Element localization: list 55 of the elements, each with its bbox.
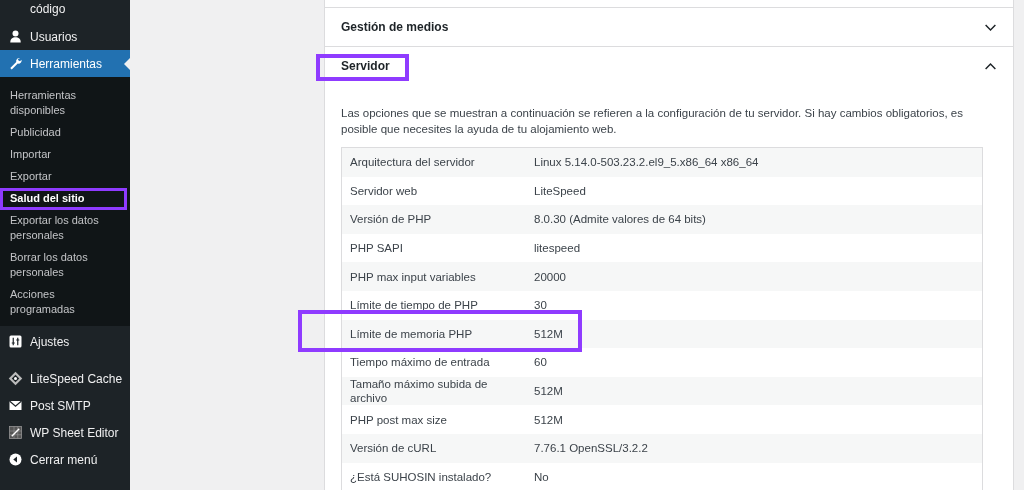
section-description: Las opciones que se muestran a continuación se refieren a la configuración de tu servidor. Si hay cambios obligatorios, es posible que necesites la ayuda de tu alojamiento web. (341, 106, 964, 137)
menu-pointer (124, 58, 130, 70)
table-cell: Tamaño máximo subida de archivo (341, 376, 526, 406)
table-cell: 60 (526, 348, 983, 377)
table-cell: litespeed (526, 233, 983, 263)
submenu-item[interactable]: Importar (0, 144, 127, 166)
table-cell: 512M (526, 376, 983, 406)
table-cell: 512M (526, 319, 983, 349)
table-cell: No (526, 462, 983, 490)
table-cell: Versión de PHP (341, 205, 526, 234)
table-cell: 8.0.30 (Admite valores de 64 bits) (526, 205, 983, 234)
chevron-up-icon (984, 61, 997, 71)
table-cell: Linux 5.14.0-503.23.2.el9_5.x86_64 x86_64 (526, 147, 983, 177)
collapse-icon (8, 452, 23, 467)
submenu-item[interactable]: Borrar los datos personales (0, 247, 127, 284)
table-cell: Límite de tiempo de PHP (341, 290, 526, 320)
chevron-down-icon (984, 22, 997, 32)
menu-item[interactable]: Post SMTP (0, 392, 130, 419)
table-cell: Tiempo máximo de entrada (341, 348, 526, 377)
table-cell: 512M (526, 405, 983, 434)
table-cell: PHP post max size (341, 405, 526, 434)
submenu-item[interactable]: Salud del sitio (0, 188, 127, 210)
table-cell: LiteSpeed (526, 176, 983, 206)
menu-item[interactable]: Usuarios (0, 23, 130, 50)
wrench-icon (8, 56, 23, 71)
user-icon (8, 29, 23, 44)
submenu-item[interactable]: Exportar los datos personales (0, 210, 127, 247)
menu-item[interactable]: WP Sheet Editor (0, 419, 130, 446)
menu-item[interactable]: código (0, 0, 130, 23)
spreadsheet-icon (8, 425, 23, 440)
table-cell: Versión de cURL (341, 433, 526, 463)
envelope-icon (8, 398, 23, 413)
accordion-header[interactable]: Gestión de medios (325, 8, 1013, 47)
submenu-item[interactable]: Exportar (0, 166, 127, 188)
table-cell: ¿Está SUHOSIN instalado? (341, 462, 526, 490)
diamond-icon (8, 371, 23, 386)
menu-item[interactable]: Herramientas (0, 50, 130, 77)
table-cell: PHP max input variables (341, 262, 526, 291)
menu-item[interactable]: Cerrar menú (0, 446, 130, 473)
section-title: Servidor (341, 59, 390, 73)
table-cell: Arquitectura del servidor (341, 147, 526, 177)
submenu-item[interactable]: Acciones programadas (0, 284, 127, 321)
sliders-icon (8, 334, 23, 349)
menu-item[interactable]: Ajustes (0, 328, 130, 355)
table-cell: PHP SAPI (341, 233, 526, 263)
submenu-item[interactable]: Herramientas disponibles (0, 85, 127, 122)
section-title: Gestión de medios (341, 20, 449, 34)
table-cell: 7.76.1 OpenSSL/3.2.2 (526, 433, 983, 463)
table-cell: 20000 (526, 262, 983, 291)
menu-item[interactable]: LiteSpeed Cache (0, 365, 130, 392)
table-cell: Límite de memoria PHP (341, 319, 526, 349)
table-cell: Servidor web (341, 176, 526, 206)
accordion-header[interactable]: Servidor (325, 47, 1013, 85)
table-cell: 30 (526, 290, 983, 320)
submenu-item[interactable]: Publicidad (0, 122, 127, 144)
